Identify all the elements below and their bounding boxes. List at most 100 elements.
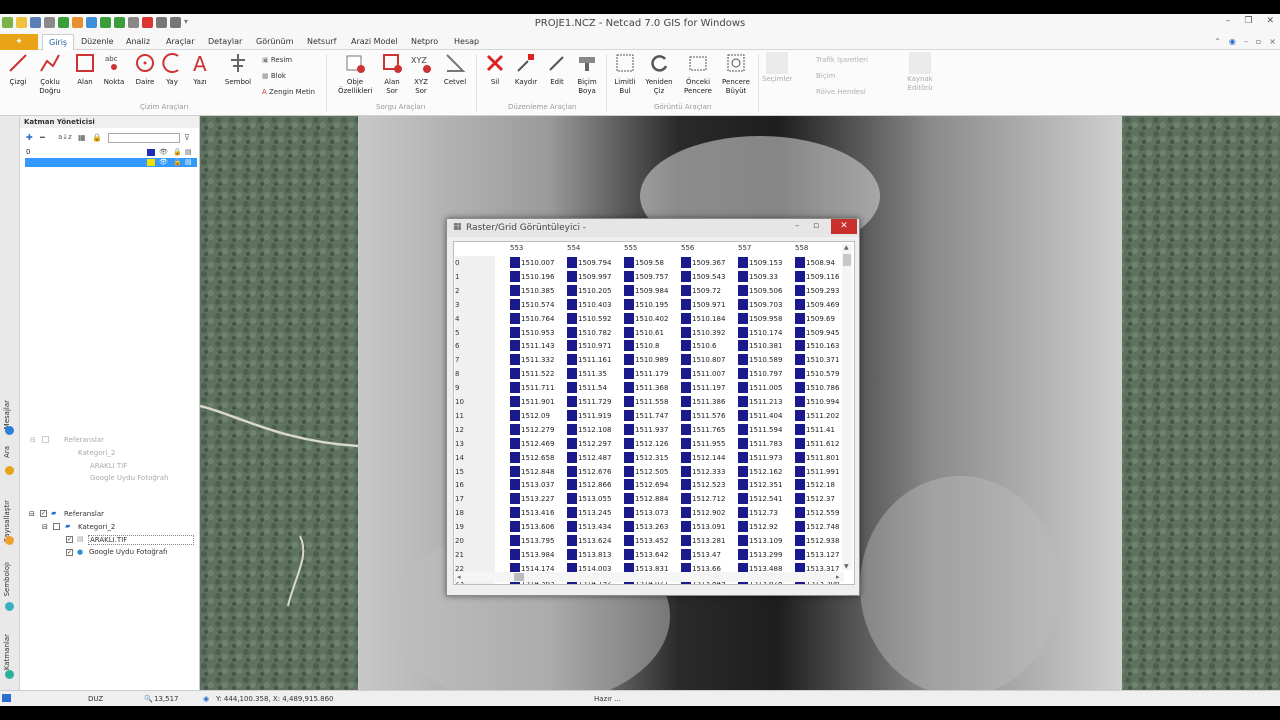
grid-cell[interactable]: 1511.729 <box>567 396 611 408</box>
cizgi-button[interactable]: Çizgi <box>6 52 30 87</box>
grid-cell[interactable]: 1509.794 <box>567 257 611 269</box>
grid-cell[interactable]: 1512.09 <box>510 409 550 422</box>
grid-cell[interactable]: 1510.592 <box>567 312 611 325</box>
layer-color-swatch[interactable] <box>147 159 155 166</box>
grid-cell[interactable]: 1513.091 <box>681 521 725 533</box>
grid-cell[interactable]: 1511.197 <box>681 382 725 394</box>
grid-cell[interactable]: 1512.37 <box>795 493 835 505</box>
grid-cell[interactable]: 1512.351 <box>738 479 782 491</box>
pencere-buyut-button[interactable]: Pencere Büyüt <box>720 52 752 96</box>
grid-cell[interactable]: 1511.202 <box>795 409 839 422</box>
grid-cell[interactable]: 1512.712 <box>681 493 725 505</box>
visibility-icon[interactable]: 👁 <box>159 158 168 166</box>
trafik-isaretleri-button[interactable]: Trafik İşaretleri <box>816 56 868 64</box>
grid-cell[interactable]: 1512.73 <box>738 507 778 519</box>
category-checkbox[interactable] <box>53 523 60 530</box>
column-header[interactable]: 555 <box>624 244 637 252</box>
sort-az-icon[interactable]: a↓z <box>58 133 72 141</box>
grid-cell[interactable]: 1510.574 <box>510 298 554 311</box>
status-mode[interactable]: DUZ <box>88 695 103 703</box>
grid-cell[interactable]: 1511.612 <box>795 437 839 450</box>
tab-arazi-model[interactable]: Arazi Model <box>351 37 398 46</box>
grid-cell[interactable]: 1510.007 <box>510 257 554 269</box>
grid-cell[interactable]: 1511.522 <box>510 368 554 380</box>
grid-cell[interactable]: 1510.381 <box>738 340 782 352</box>
onceki-pencere-button[interactable]: Önceki Pencere <box>682 52 714 96</box>
column-header[interactable]: 557 <box>738 244 751 252</box>
grid-cell[interactable]: 1513.037 <box>510 479 554 491</box>
grid-cell[interactable]: 1510.163 <box>795 340 839 352</box>
grid-cell[interactable]: 1509.543 <box>681 270 725 283</box>
alan-button[interactable]: Alan <box>74 52 96 87</box>
grid-cell[interactable]: 1510.807 <box>681 354 725 366</box>
blok-button[interactable]: ▦ Blok <box>262 72 286 80</box>
row-header[interactable]: 17 <box>455 492 495 507</box>
tree-collapse-icon[interactable]: ⊟ <box>42 523 48 531</box>
grid-cell[interactable]: 1511.213 <box>738 396 782 408</box>
grid-cell[interactable]: 1510.782 <box>567 326 611 339</box>
grid-cell[interactable]: 1511.558 <box>624 396 668 408</box>
dialog-minimize-button[interactable]: – <box>795 221 800 231</box>
scroll-right-icon[interactable]: ▸ <box>836 573 840 581</box>
tab-analiz[interactable]: Analiz <box>126 37 150 46</box>
grid-cell[interactable]: 1512.162 <box>738 465 782 478</box>
grid-cell[interactable]: 1512.487 <box>567 451 611 464</box>
yeniden-ciz-button[interactable]: Yeniden Çiz <box>644 52 674 96</box>
grid-cell[interactable]: 1510.953 <box>510 326 554 339</box>
grid-cell[interactable]: 1513.109 <box>738 535 782 547</box>
grid-cell[interactable]: 1513.245 <box>567 507 611 519</box>
kaynak-editoru-button[interactable]: Kaynak Editörü <box>900 52 940 93</box>
grid-cell[interactable]: 1510.989 <box>624 354 668 366</box>
grid-cell[interactable]: 1512.523 <box>681 479 725 491</box>
grid-cell[interactable]: 1512.866 <box>567 479 611 491</box>
grid-cell[interactable]: 1509.757 <box>624 270 668 283</box>
layer-row-selected[interactable]: 👁 🔒 ▤ <box>25 158 197 167</box>
grid-cell[interactable]: 1513.624 <box>567 535 611 547</box>
tab-ara[interactable]: Ara <box>3 446 11 458</box>
grid-cell[interactable]: 1509.984 <box>624 284 668 297</box>
row-header[interactable]: 3 <box>455 297 495 312</box>
filter-icon[interactable]: ⊽ <box>184 133 190 142</box>
grid-cell[interactable]: 1509.945 <box>795 326 839 339</box>
maximize-button[interactable]: ❐ <box>1244 16 1252 26</box>
layer-filter-input[interactable] <box>108 133 180 143</box>
lock-icon[interactable]: 🔒 <box>173 158 182 166</box>
tab-mesajlar[interactable]: Mesajlar <box>3 400 11 429</box>
help-icon[interactable]: ◉ <box>1229 37 1236 46</box>
grid-cell[interactable]: 1511.919 <box>567 409 611 422</box>
grid-cell[interactable]: 1510.174 <box>738 326 782 339</box>
grid-cell[interactable]: 1509.116 <box>795 270 839 283</box>
row-header[interactable]: 19 <box>455 520 495 535</box>
tab-netpro[interactable]: Netpro <box>411 37 438 46</box>
grid-view-icon[interactable]: ▦ <box>78 133 86 142</box>
grid-cell[interactable]: 1510.392 <box>681 326 725 339</box>
row-header[interactable]: 13 <box>455 436 495 451</box>
column-header[interactable]: 554 <box>567 244 580 252</box>
grid-cell[interactable]: 1512.676 <box>567 465 611 478</box>
row-header[interactable]: 21 <box>455 547 495 562</box>
grid-cell[interactable]: 1509.997 <box>567 270 611 283</box>
tab-netsurf[interactable]: Netsurf <box>307 37 336 46</box>
layer-row[interactable]: 0 👁 🔒 ▤ <box>25 148 197 157</box>
grid-cell[interactable]: 1511.143 <box>510 340 554 352</box>
grid-cell[interactable]: 1510.196 <box>510 270 554 283</box>
grid-cell[interactable]: 1513.984 <box>510 548 554 561</box>
grid-cell[interactable]: 1511.901 <box>510 396 554 408</box>
kaydir-button[interactable]: Kaydır <box>512 52 540 87</box>
referanslar-checkbox[interactable]: ✓ <box>40 510 47 517</box>
limitli-bul-button[interactable]: Limitli Bul <box>612 52 638 96</box>
row-header[interactable]: 8 <box>455 367 495 382</box>
grid-cell[interactable]: 1511.007 <box>681 368 725 380</box>
grid-cell[interactable]: 1512.884 <box>624 493 668 505</box>
xyz-sor-button[interactable]: XYZ XYZ Sor <box>410 52 432 96</box>
grid-cell[interactable]: 1513.434 <box>567 521 611 533</box>
tree-item-arakli[interactable]: ARAKLI.TIF <box>88 535 194 545</box>
grid-cell[interactable]: 1509.153 <box>738 257 782 269</box>
tab-katmanlar[interactable]: Katmanlar <box>3 634 11 670</box>
tab-giris[interactable]: Giriş <box>42 34 75 51</box>
row-header[interactable]: 0 <box>455 256 495 270</box>
tree-item-google[interactable]: Google Uydu Fotoğrafı <box>89 548 167 556</box>
grid-cell[interactable]: 1510.371 <box>795 354 839 366</box>
grid-cell[interactable]: 1510.385 <box>510 284 554 297</box>
grid-cell[interactable]: 1511.35 <box>567 368 607 380</box>
